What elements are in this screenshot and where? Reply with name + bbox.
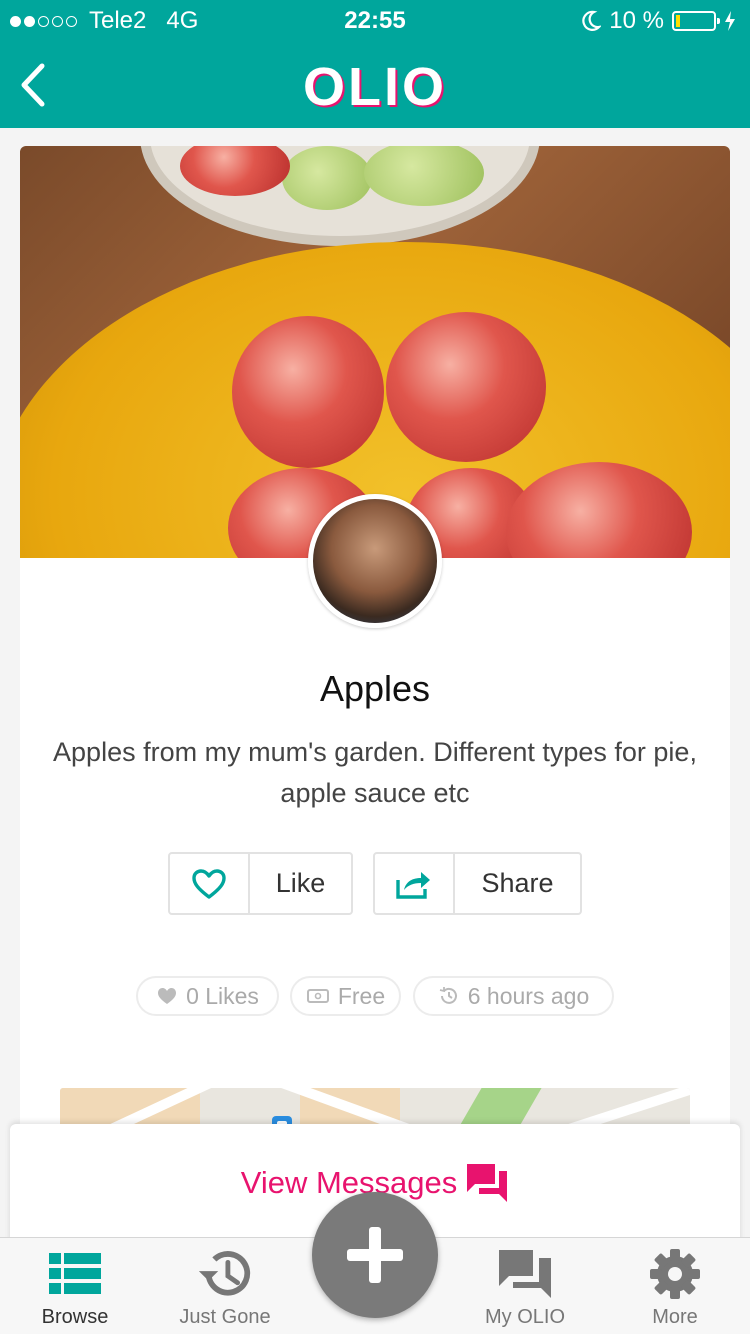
- tab-browse-label: Browse: [41, 1306, 109, 1328]
- share-icon: [396, 871, 430, 899]
- share-button[interactable]: Share: [373, 852, 582, 915]
- charging-icon: [725, 11, 735, 31]
- tab-more[interactable]: More: [600, 1238, 750, 1334]
- map-park: [458, 1088, 542, 1128]
- status-bar: Tele2 4G 22:55 10 %: [0, 0, 750, 40]
- status-right: 10 %: [581, 7, 736, 35]
- top-bar: Tele2 4G 22:55 10 % OLIO: [0, 0, 750, 128]
- view-messages-label: View Messages: [240, 1165, 458, 1200]
- gear-icon: [645, 1246, 705, 1302]
- list-icon: [45, 1246, 105, 1302]
- clock-history-icon: [439, 987, 457, 1004]
- posted-time-badge: 6 hours ago: [413, 976, 614, 1016]
- battery-percent: 10 %: [609, 7, 664, 34]
- photo-green-apple: [282, 146, 372, 210]
- like-icon-cell: [170, 854, 250, 913]
- moon-icon: [582, 10, 602, 31]
- price-badge: Free: [290, 976, 401, 1016]
- tab-my-olio[interactable]: My OLIO: [450, 1238, 600, 1334]
- listing-card: Apples Apples from my mum's garden. Diff…: [20, 146, 730, 1146]
- owner-avatar[interactable]: [308, 494, 442, 628]
- add-listing-button[interactable]: [312, 1192, 438, 1318]
- heart-small-icon: [158, 988, 177, 1004]
- listing-title: Apples: [319, 668, 431, 709]
- likes-count-badge: 0 Likes: [136, 976, 279, 1016]
- chat-bubbles-icon: [467, 1164, 508, 1202]
- battery-fill: [676, 15, 680, 27]
- posted-time: 6 hours ago: [467, 982, 590, 1009]
- history-icon: [195, 1246, 255, 1302]
- like-label: Like: [275, 868, 326, 898]
- chat-icon: [495, 1246, 555, 1302]
- photo-apple: [386, 312, 546, 462]
- tab-browse[interactable]: Browse: [0, 1238, 150, 1334]
- tab-just-gone-label: Just Gone: [179, 1306, 271, 1328]
- likes-count: 0 Likes: [186, 982, 259, 1009]
- share-label: Share: [481, 868, 554, 898]
- share-icon-cell: [375, 854, 455, 913]
- plus-icon: [347, 1227, 403, 1283]
- tab-just-gone[interactable]: Just Gone: [150, 1238, 300, 1334]
- battery-icon: [672, 11, 720, 31]
- heart-icon: [192, 868, 226, 899]
- like-button[interactable]: Like: [168, 852, 353, 915]
- photo-apple: [232, 316, 384, 468]
- price-tag-icon: [306, 989, 329, 1003]
- tab-my-olio-label: My OLIO: [484, 1306, 565, 1328]
- price-label: Free: [337, 982, 386, 1009]
- listing-description: Apples from my mum's garden. Different t…: [53, 737, 697, 808]
- tab-more-label: More: [652, 1306, 698, 1328]
- app-logo: OLIO: [303, 57, 447, 117]
